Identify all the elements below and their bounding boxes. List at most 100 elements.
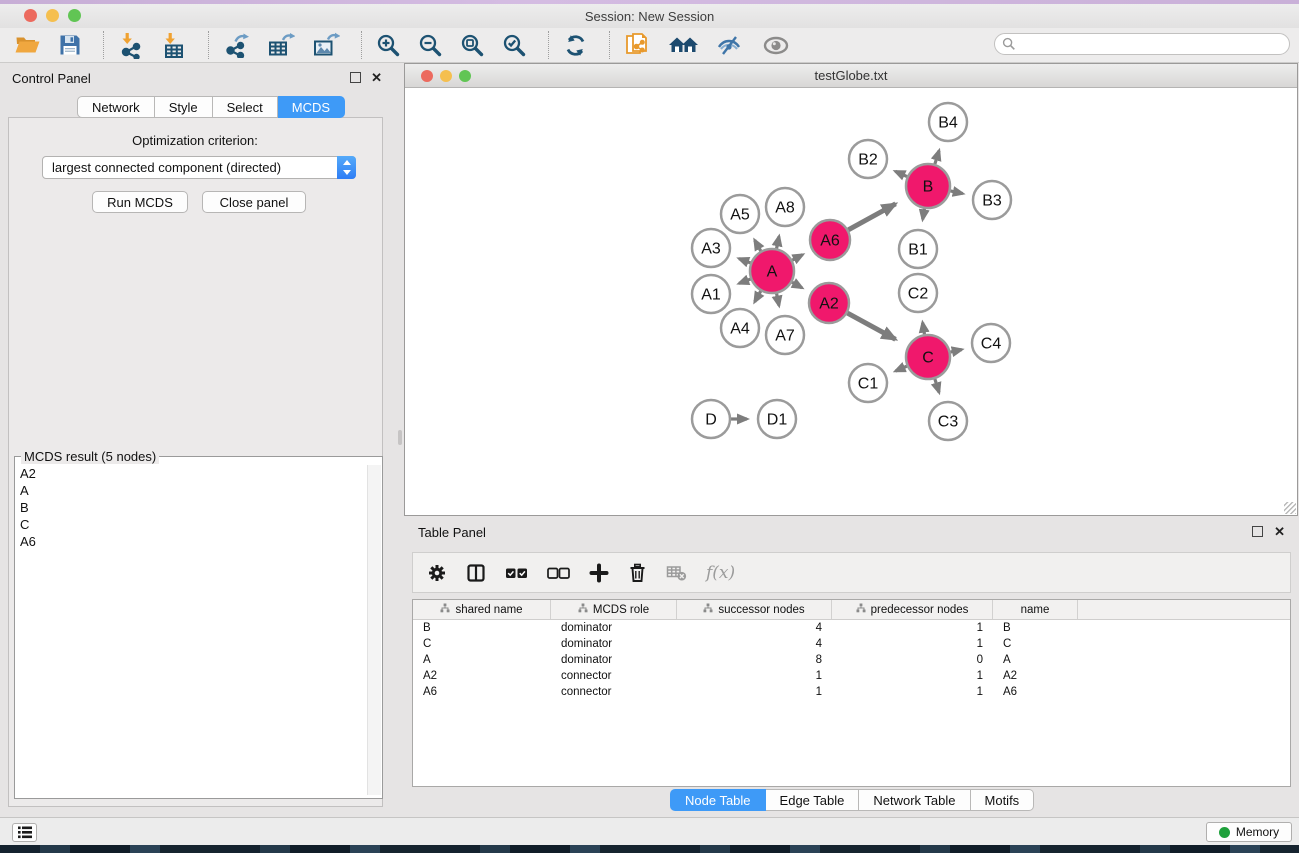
table-cell[interactable]: A (993, 654, 1078, 666)
mcds-result-item[interactable]: A2 (16, 465, 368, 482)
edge-A-A6[interactable] (792, 255, 802, 261)
export-network-icon[interactable] (223, 32, 250, 58)
graph-node-C1[interactable]: C1 (849, 364, 887, 402)
table-cell[interactable]: 1 (832, 638, 993, 650)
tab-network[interactable]: Network (77, 96, 155, 118)
show-details-icon[interactable] (762, 33, 791, 58)
edge-A-A5[interactable] (755, 240, 761, 251)
tab-mcds[interactable]: MCDS (278, 96, 345, 118)
edge-B-B2[interactable] (895, 171, 907, 176)
save-session-icon[interactable] (58, 33, 82, 57)
table-cell[interactable]: dominator (551, 638, 677, 650)
table-cell[interactable]: 1 (677, 686, 832, 698)
table-row[interactable]: Cdominator41C (413, 636, 1290, 652)
column-header-shared-name[interactable]: shared name (413, 600, 551, 619)
graph-node-A5[interactable]: A5 (721, 195, 759, 233)
delete-column-icon[interactable] (628, 563, 647, 583)
table-cell[interactable]: A2 (413, 670, 551, 682)
graph-node-C2[interactable]: C2 (899, 274, 937, 312)
edge-A-A7[interactable] (777, 294, 779, 306)
result-list-scrollbar[interactable] (367, 465, 381, 795)
column-header-predecessor-nodes[interactable]: predecessor nodes (832, 600, 993, 619)
edge-A-A2[interactable] (792, 282, 802, 288)
edge-B-B4[interactable] (935, 151, 939, 164)
graph-node-B[interactable]: B (906, 164, 950, 208)
zoom-selected-icon[interactable] (502, 33, 527, 58)
edge-C-C4[interactable] (950, 350, 961, 353)
edge-A-A3[interactable] (739, 259, 750, 263)
zoom-in-icon[interactable] (376, 33, 401, 58)
import-table-icon[interactable] (161, 32, 187, 59)
import-network-icon[interactable] (118, 32, 144, 59)
zoom-fit-icon[interactable] (460, 33, 485, 58)
column-header-MCDS-role[interactable]: MCDS role (551, 600, 677, 619)
select-all-checkboxes-icon[interactable] (505, 566, 528, 580)
run-mcds-button[interactable]: Run MCDS (92, 191, 188, 213)
search-field[interactable] (994, 33, 1290, 55)
edge-C-C3[interactable] (935, 379, 939, 392)
split-divider-handle[interactable] (398, 430, 402, 445)
table-cell[interactable]: dominator (551, 622, 677, 634)
edge-C-C2[interactable] (923, 323, 925, 335)
table-cell[interactable]: 4 (677, 638, 832, 650)
tab-style[interactable]: Style (155, 96, 213, 118)
edge-A-A8[interactable] (777, 236, 779, 248)
delete-table-icon[interactable] (666, 563, 687, 582)
graph-node-C4[interactable]: C4 (972, 324, 1010, 362)
edge-C-C1[interactable] (896, 366, 907, 371)
edge-A6-B[interactable] (848, 204, 895, 230)
mcds-result-item[interactable]: C (16, 516, 368, 533)
table-cell[interactable]: 1 (832, 622, 993, 634)
add-column-icon[interactable] (589, 563, 609, 583)
table-cell[interactable]: dominator (551, 654, 677, 666)
graph-node-B2[interactable]: B2 (849, 140, 887, 178)
table-options-icon[interactable] (427, 563, 447, 583)
deselect-all-checkboxes-icon[interactable] (547, 566, 570, 580)
table-cell[interactable]: A6 (993, 686, 1078, 698)
table-cell[interactable]: C (413, 638, 551, 650)
tab-motifs[interactable]: Motifs (971, 789, 1035, 811)
network-from-document-icon[interactable] (624, 31, 651, 59)
table-cell[interactable]: C (993, 638, 1078, 650)
graph-node-D[interactable]: D (692, 400, 730, 438)
function-builder-icon[interactable]: f(x) (706, 563, 735, 583)
graph-node-C[interactable]: C (906, 335, 950, 379)
close-table-panel-icon[interactable]: ✕ (1274, 526, 1285, 537)
graph-node-B3[interactable]: B3 (973, 181, 1011, 219)
table-cell[interactable]: 0 (832, 654, 993, 666)
table-row[interactable]: Adominator80A (413, 652, 1290, 668)
graph-node-B1[interactable]: B1 (899, 230, 937, 268)
table-cell[interactable]: 1 (832, 670, 993, 682)
graph-node-A[interactable]: A (750, 249, 794, 293)
graph-node-A4[interactable]: A4 (721, 309, 759, 347)
mcds-result-item[interactable]: A6 (16, 533, 368, 550)
graph-node-B4[interactable]: B4 (929, 103, 967, 141)
table-cell[interactable]: 8 (677, 654, 832, 666)
refresh-icon[interactable] (563, 33, 588, 58)
edge-A-A1[interactable] (739, 279, 750, 283)
graph-node-A7[interactable]: A7 (766, 316, 804, 354)
float-table-panel-icon[interactable] (1252, 526, 1263, 537)
memory-button[interactable]: Memory (1206, 822, 1292, 842)
table-cell[interactable]: 1 (677, 670, 832, 682)
export-table-icon[interactable] (267, 32, 295, 58)
network-graph-canvas[interactable]: AA6A2BCA5A8A3A1A4A7B2B4B3B1C2C4C1C3DD1 (405, 89, 1297, 516)
graph-node-D1[interactable]: D1 (758, 400, 796, 438)
edge-A2-C[interactable] (847, 313, 895, 339)
table-row[interactable]: A6connector11A6 (413, 684, 1290, 700)
mcds-result-item[interactable]: B (16, 499, 368, 516)
column-header-name[interactable]: name (993, 600, 1078, 619)
graph-node-A8[interactable]: A8 (766, 188, 804, 226)
graph-node-C3[interactable]: C3 (929, 402, 967, 440)
table-cell[interactable]: A (413, 654, 551, 666)
zoom-out-icon[interactable] (418, 33, 443, 58)
graph-node-A6[interactable]: A6 (810, 220, 850, 260)
graph-node-A1[interactable]: A1 (692, 275, 730, 313)
table-row[interactable]: A2connector11A2 (413, 668, 1290, 684)
table-row[interactable]: Bdominator41B (413, 620, 1290, 636)
criterion-dropdown[interactable]: largest connected component (directed) (42, 156, 356, 179)
column-layout-icon[interactable] (466, 563, 486, 583)
edge-B-B1[interactable] (923, 209, 925, 220)
table-cell[interactable]: connector (551, 686, 677, 698)
tab-network-table[interactable]: Network Table (859, 789, 970, 811)
